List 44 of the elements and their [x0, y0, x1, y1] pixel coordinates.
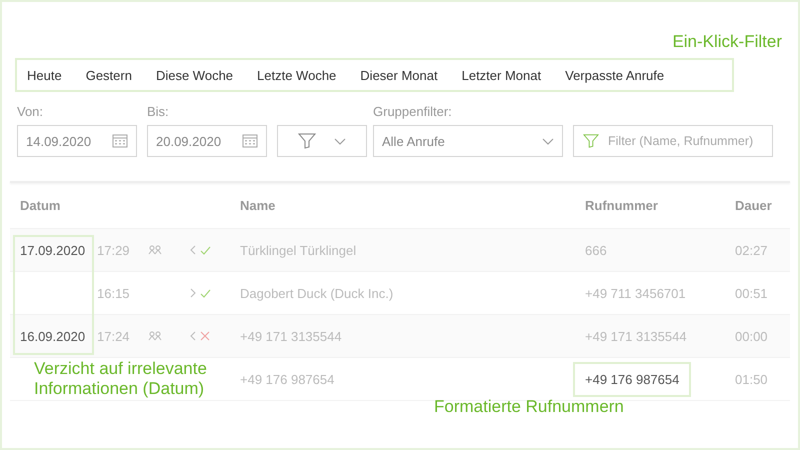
column-header: Rufnummer: [585, 198, 659, 213]
date-field[interactable]: 20.09.2020: [147, 125, 267, 157]
duration-cell: 00:00: [735, 328, 768, 344]
quick-filter-button[interactable]: Dieser Monat: [360, 68, 438, 82]
filter-icon: [583, 133, 599, 149]
date-cell: 17.09.2020: [20, 242, 86, 258]
column-header: Datum: [20, 198, 62, 213]
callout-label: Ein-Klick-Filter: [672, 32, 782, 53]
duration-cell: 02:27: [735, 242, 768, 258]
column-header: Dauer: [735, 198, 773, 213]
name-cell: +49 176 987654: [240, 372, 334, 386]
name-cell: +49 171 3135544: [240, 328, 342, 344]
group-filter-select[interactable]: Alle Anrufe: [373, 125, 563, 157]
annotation-label: Formatierte Rufnummern: [434, 397, 624, 417]
number-cell: +49 711 3456701: [585, 286, 686, 300]
chevron-down-icon: [542, 138, 554, 144]
filter-dropdown-button[interactable]: [277, 125, 367, 157]
search-field[interactable]: Filter (Name, Rufnummer): [573, 125, 773, 157]
from-label: Von:: [17, 104, 44, 119]
quick-filter-button[interactable]: Verpasste Anrufe: [565, 68, 664, 82]
quick-filter-button[interactable]: Letzte Woche: [257, 68, 336, 82]
column-header: Name: [240, 198, 276, 213]
number-cell: +49 171 3135544: [585, 328, 687, 344]
date-cell: 16.09.2020: [20, 328, 86, 344]
filter-icon: [298, 133, 316, 149]
date-field[interactable]: 14.09.2020: [17, 125, 137, 157]
to-label: Bis:: [147, 104, 170, 119]
time-cell: 17:29: [97, 242, 130, 258]
quick-filter-button[interactable]: Letzter Monat: [462, 68, 542, 82]
calendar-icon: [112, 134, 128, 148]
name-cell: Dagobert Duck (Duck Inc.): [240, 286, 394, 300]
quick-filter-button[interactable]: Diese Woche: [156, 68, 234, 82]
quick-filter-button[interactable]: Heute: [27, 68, 62, 82]
chevron-down-icon: [334, 138, 346, 144]
number-cell: 666: [585, 242, 607, 258]
time-cell: 16:15: [97, 286, 130, 300]
duration-cell: 01:50: [735, 372, 768, 386]
time-cell: 17:24: [97, 328, 130, 344]
number-cell: +49 176 987654: [573, 362, 692, 396]
duration-cell: 00:51: [735, 286, 768, 300]
quick-filter-button[interactable]: Gestern: [86, 68, 132, 82]
group-filter-label: Gruppenfilter:: [373, 104, 453, 119]
name-cell: Türklingel Türklingel: [240, 242, 356, 258]
calendar-icon: [242, 134, 258, 148]
